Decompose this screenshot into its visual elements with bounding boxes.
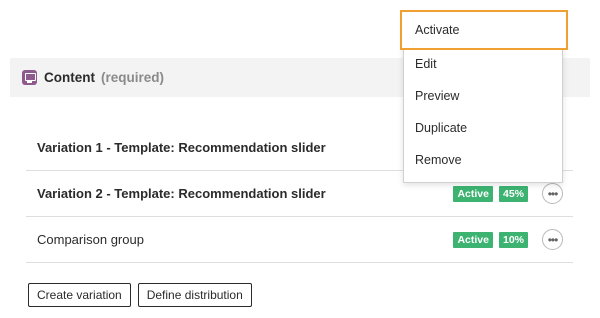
menu-item-edit[interactable]: Edit <box>404 48 562 80</box>
more-icon: ••• <box>547 186 559 201</box>
variation-label: Comparison group <box>37 232 144 247</box>
create-variation-button[interactable]: Create variation <box>28 283 131 307</box>
more-options-button[interactable]: ••• <box>542 183 563 204</box>
section-required-label: (required) <box>101 70 165 85</box>
distribution-badge: 10% <box>498 231 528 248</box>
status-badge: Active <box>453 185 493 202</box>
status-badge: Active <box>453 231 493 248</box>
comparison-group-row[interactable]: Comparison group Active 10% ••• <box>26 217 573 263</box>
section-title: Content <box>44 70 95 85</box>
variation-label: Variation 2 - Template: Recommendation s… <box>37 186 326 201</box>
variation-actions-menu: Activate Edit Preview Duplicate Remove <box>400 10 568 183</box>
variation-label: Variation 1 - Template: Recommendation s… <box>37 140 326 155</box>
action-bar: Create variation Define distribution <box>28 283 252 307</box>
menu-item-preview[interactable]: Preview <box>404 80 562 112</box>
menu-item-activate[interactable]: Activate <box>400 10 568 50</box>
menu-item-duplicate[interactable]: Duplicate <box>404 112 562 144</box>
more-icon: ••• <box>547 232 559 247</box>
distribution-badge: 45% <box>498 185 528 202</box>
more-options-button[interactable]: ••• <box>542 229 563 250</box>
menu-item-remove[interactable]: Remove <box>404 144 562 176</box>
content-icon <box>22 70 37 85</box>
define-distribution-button[interactable]: Define distribution <box>137 283 252 307</box>
